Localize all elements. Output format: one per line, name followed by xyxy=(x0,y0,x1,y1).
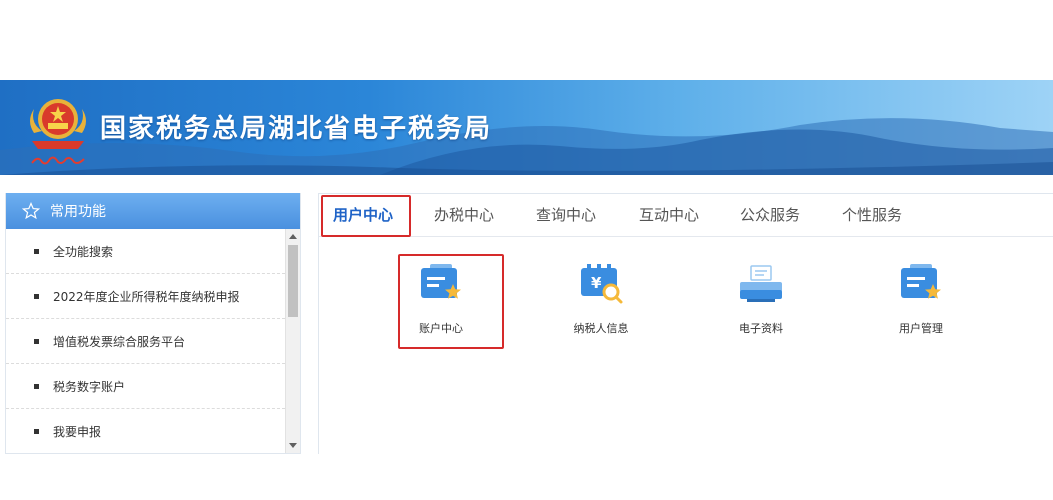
site-title: 国家税务总局湖北省电子税务局 xyxy=(100,114,493,144)
sidebar-item-full-search[interactable]: 全功能搜索 xyxy=(6,229,285,274)
bullet-icon xyxy=(34,383,39,389)
main-panel: 用户中心 办税中心 查询中心 互动中心 公众服务 个性服务 账户中心 ¥ 纳税人… xyxy=(318,193,1053,454)
func-account-center[interactable]: 账户中心 xyxy=(391,262,491,336)
tab-user-center[interactable]: 用户中心 xyxy=(323,194,403,237)
sidebar-header-label: 常用功能 xyxy=(50,204,106,220)
bullet-icon xyxy=(34,338,39,344)
header-banner: 国家税务总局湖北省电子税务局 xyxy=(0,80,1053,175)
tab-query-center[interactable]: 查询中心 xyxy=(526,194,606,236)
handwritten-slogan-icon xyxy=(31,156,85,165)
user-management-card-star-icon xyxy=(901,264,941,299)
bullet-icon xyxy=(34,293,39,299)
sidebar-item-annual-cit-filing[interactable]: 2022年度企业所得税年度纳税申报 xyxy=(6,274,285,319)
func-electronic-documents[interactable]: 电子资料 xyxy=(711,262,811,336)
sidebar-item-vat-invoice-platform[interactable]: 增值税发票综合服务平台 xyxy=(6,319,285,364)
common-functions-sidebar: 常用功能 全功能搜索 2022年度企业所得税年度纳税申报 增值税发票综合服务平台… xyxy=(5,193,301,454)
func-label: 用户管理 xyxy=(899,322,943,335)
func-label: 账户中心 xyxy=(419,322,463,335)
scrollbar-thumb[interactable] xyxy=(288,245,298,317)
scroll-down-arrow-icon[interactable] xyxy=(289,443,297,448)
bullet-icon xyxy=(34,428,39,434)
tab-personal-service[interactable]: 个性服务 xyxy=(832,194,912,236)
star-outline-icon xyxy=(22,202,40,220)
sidebar-item-label: 2022年度企业所得税年度纳税申报 xyxy=(53,289,240,304)
sidebar-item-label: 增值税发票综合服务平台 xyxy=(53,334,186,349)
func-label: 纳税人信息 xyxy=(573,322,629,335)
tab-bar: 用户中心 办税中心 查询中心 互动中心 公众服务 个性服务 xyxy=(319,194,1053,237)
taxpayer-yuan-search-icon: ¥ xyxy=(581,264,623,304)
national-emblem-icon xyxy=(30,99,86,149)
sidebar-item-label: 我要申报 xyxy=(53,424,102,439)
sidebar-item-label: 税务数字账户 xyxy=(53,379,126,394)
bullet-icon xyxy=(34,248,39,254)
func-taxpayer-info[interactable]: ¥ 纳税人信息 xyxy=(551,262,651,336)
electronic-documents-icon xyxy=(740,265,782,302)
sidebar-header: 常用功能 xyxy=(6,193,300,229)
sidebar-item-file-return[interactable]: 我要申报 xyxy=(6,409,285,453)
scroll-up-arrow-icon[interactable] xyxy=(289,234,297,239)
account-card-star-icon xyxy=(421,264,461,299)
tab-interaction-center[interactable]: 互动中心 xyxy=(629,194,709,236)
func-label: 电子资料 xyxy=(739,322,783,335)
sidebar-item-digital-tax-account[interactable]: 税务数字账户 xyxy=(6,364,285,409)
svg-text:¥: ¥ xyxy=(591,274,602,292)
func-user-management[interactable]: 用户管理 xyxy=(871,262,971,336)
tab-tax-center[interactable]: 办税中心 xyxy=(424,194,504,236)
tab-public-service[interactable]: 公众服务 xyxy=(730,194,810,236)
sidebar-list: 全功能搜索 2022年度企业所得税年度纳税申报 增值税发票综合服务平台 税务数字… xyxy=(6,229,285,453)
sidebar-scrollbar[interactable] xyxy=(285,229,300,453)
sidebar-item-label: 全功能搜索 xyxy=(53,244,114,259)
